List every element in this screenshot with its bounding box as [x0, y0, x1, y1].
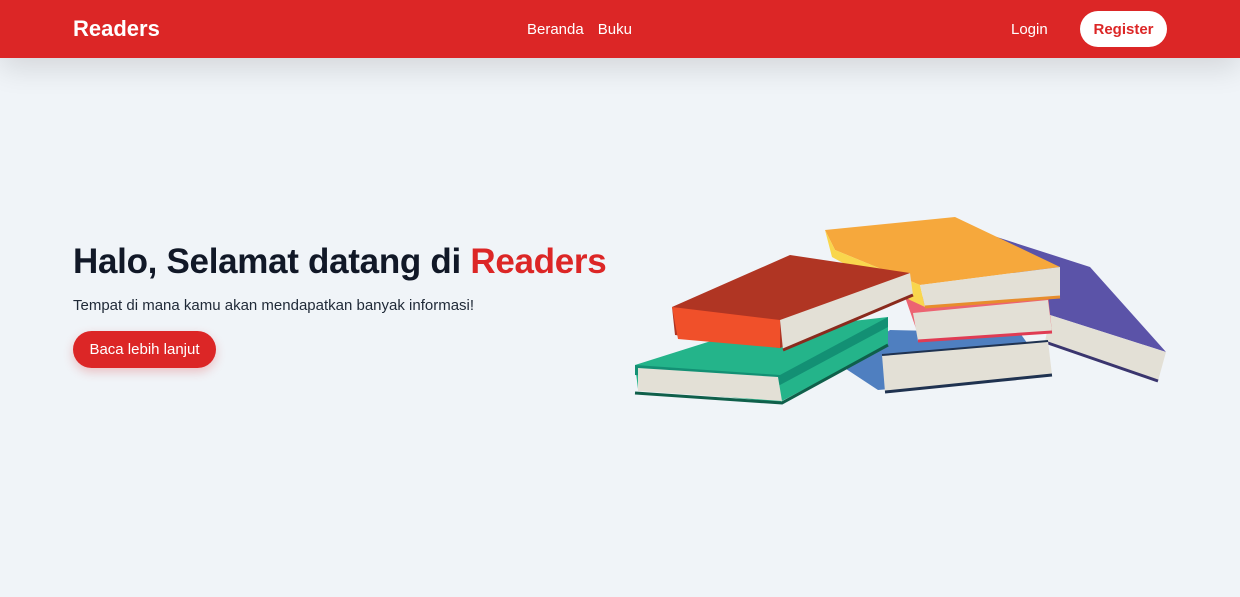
hero-title: Halo, Selamat datang di Readers	[73, 242, 607, 282]
books-illustration	[634, 217, 1166, 405]
brand-logo[interactable]: Readers	[73, 16, 160, 42]
nav-link-beranda[interactable]: Beranda	[527, 21, 584, 38]
read-more-button[interactable]: Baca lebih lanjut	[73, 331, 216, 368]
hero-subtitle: Tempat di mana kamu akan mendapatkan ban…	[73, 297, 475, 314]
hero-title-accent: Readers	[470, 242, 607, 281]
nav-links: Beranda Buku	[527, 21, 632, 38]
hero-title-prefix: Halo, Selamat datang di	[73, 242, 471, 281]
nav-link-buku[interactable]: Buku	[598, 21, 632, 38]
register-button[interactable]: Register	[1080, 11, 1167, 47]
navbar: Readers Beranda Buku Login Register	[0, 0, 1240, 58]
login-link[interactable]: Login	[1011, 21, 1048, 38]
